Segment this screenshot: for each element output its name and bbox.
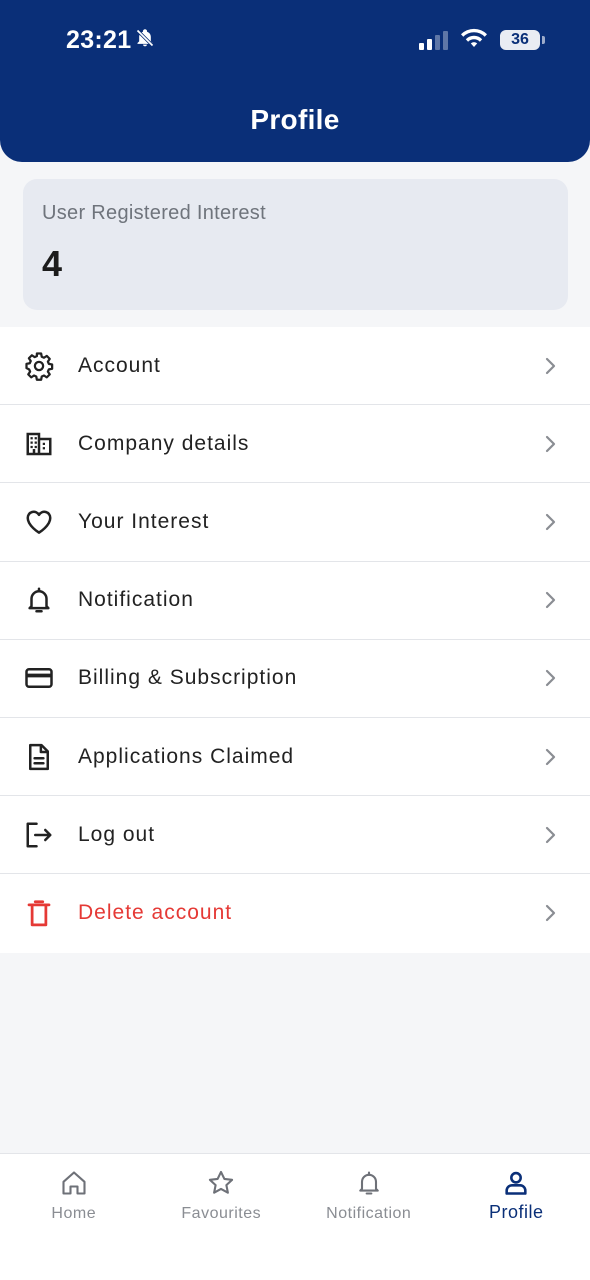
chevron-right-icon: [543, 512, 559, 532]
battery-level: 36: [511, 31, 529, 48]
home-icon: [59, 1168, 89, 1198]
menu-item-label: Applications Claimed: [78, 744, 295, 768]
chevron-right-icon: [543, 590, 559, 610]
nav-tab-notification[interactable]: Notification: [295, 1154, 443, 1280]
menu-item-label: Notification: [78, 588, 194, 612]
credit-card-icon: [23, 662, 55, 694]
nav-tab-label: Notification: [326, 1205, 412, 1222]
interest-card-label: User Registered Interest: [42, 202, 266, 224]
person-icon: [501, 1168, 531, 1198]
menu-item-delete-account[interactable]: Delete account: [0, 874, 590, 952]
chevron-right-icon: [543, 747, 559, 767]
menu-item-label: Billing & Subscription: [78, 666, 298, 690]
status-time-text: 23:21: [66, 26, 132, 54]
menu-item-applications-claimed[interactable]: Applications Claimed: [0, 718, 590, 797]
status-indicators: 36: [419, 26, 545, 54]
heart-icon: [23, 506, 55, 538]
registered-interest-card: User Registered Interest 4: [23, 179, 568, 310]
star-icon: [206, 1168, 236, 1198]
logout-icon: [23, 819, 55, 851]
nav-tab-profile[interactable]: Profile: [443, 1154, 590, 1280]
bell-icon: [23, 584, 55, 616]
menu-item-log-out[interactable]: Log out: [0, 796, 590, 875]
menu-item-label: Account: [78, 353, 161, 377]
menu-item-notification[interactable]: Notification: [0, 562, 590, 640]
trash-icon: [23, 897, 55, 929]
bell-muted-icon: [135, 26, 155, 55]
menu-item-billing-subscription[interactable]: Billing & Subscription: [0, 640, 590, 718]
menu-item-label: Company details: [78, 431, 250, 455]
chevron-right-icon: [543, 356, 559, 376]
nav-tab-label: Favourites: [181, 1205, 262, 1222]
profile-menu: Account Company details Your Interest No…: [0, 327, 590, 953]
nav-tab-favourites[interactable]: Favourites: [148, 1154, 296, 1280]
cellular-signal-icon: [419, 30, 448, 50]
chevron-right-icon: [543, 434, 559, 454]
menu-item-your-interest[interactable]: Your Interest: [0, 483, 590, 562]
gear-icon: [23, 350, 55, 382]
battery-icon: 36: [500, 30, 545, 50]
bottom-navigation: Home Favourites Notification Profile: [0, 1153, 590, 1280]
chevron-right-icon: [543, 825, 559, 845]
nav-tab-home[interactable]: Home: [0, 1154, 148, 1280]
chevron-right-icon: [543, 903, 559, 923]
nav-tab-label: Profile: [488, 1202, 544, 1222]
status-time: 23:21: [66, 26, 155, 55]
menu-item-label: Log out: [78, 822, 156, 846]
building-icon: [23, 428, 55, 460]
interest-card-value: 4: [42, 243, 63, 284]
menu-item-account[interactable]: Account: [0, 327, 590, 406]
menu-item-label: Your Interest: [78, 509, 210, 533]
menu-item-company-details[interactable]: Company details: [0, 405, 590, 484]
bell-icon: [354, 1168, 384, 1198]
document-icon: [23, 741, 55, 773]
menu-item-label: Delete account: [78, 901, 233, 925]
app-header: 23:21 36 Profile: [0, 0, 590, 162]
chevron-right-icon: [543, 668, 559, 688]
page-title: Profile: [250, 104, 340, 135]
nav-tab-label: Home: [51, 1205, 97, 1222]
wifi-icon: [460, 27, 488, 54]
